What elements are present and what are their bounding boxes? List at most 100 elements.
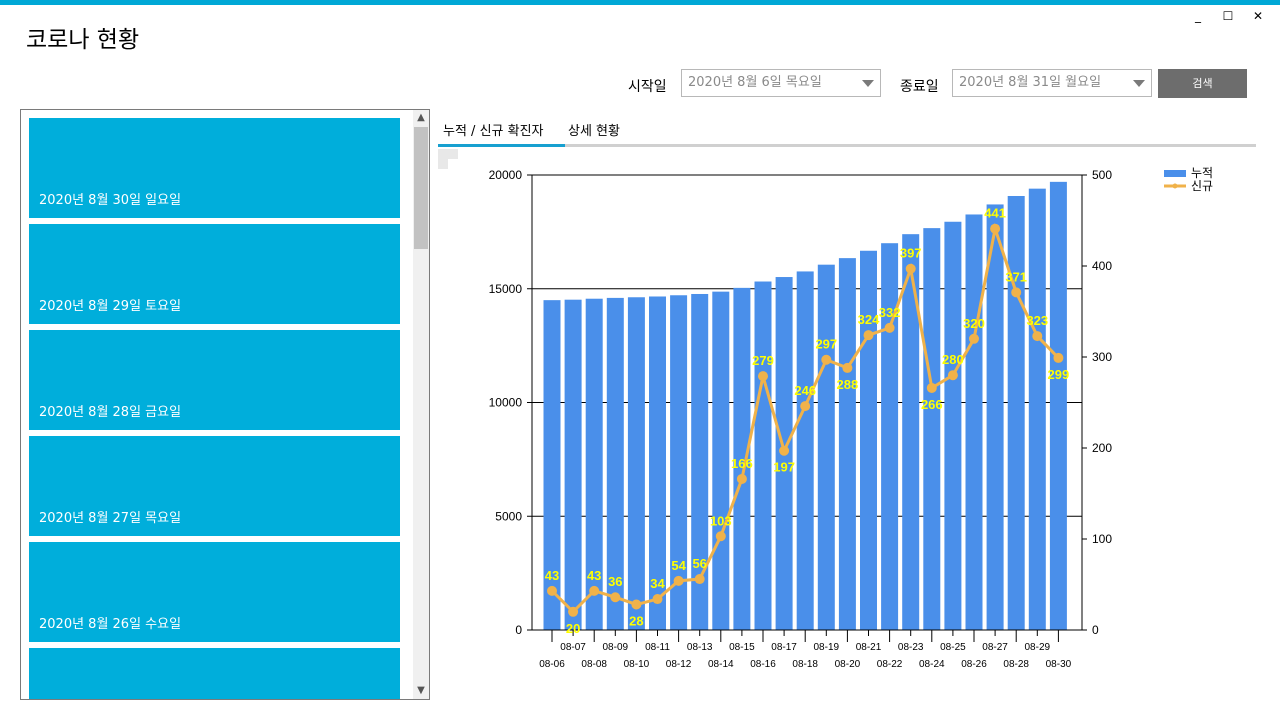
series-point xyxy=(758,371,768,382)
x-tick-label: 08-19 xyxy=(814,642,840,653)
data-label: 43 xyxy=(545,568,559,583)
chevron-down-icon xyxy=(1133,80,1145,87)
x-tick-label: 08-11 xyxy=(645,642,670,653)
series-point xyxy=(673,575,684,586)
date-card-label: 2020년 8월 27일 목요일 xyxy=(39,511,182,526)
bar xyxy=(564,299,582,630)
scroll-up-icon[interactable]: ▲ xyxy=(413,110,429,126)
plot-frame xyxy=(531,174,1083,631)
data-label: 20 xyxy=(566,621,580,636)
series-point xyxy=(715,531,726,542)
x-tick-label: 08-15 xyxy=(729,642,755,653)
maximize-button[interactable]: ☐ xyxy=(1220,8,1236,24)
data-label: 371 xyxy=(1005,269,1027,284)
x-tick-label: 08-06 xyxy=(539,659,565,670)
legend-label: 누적 xyxy=(1191,166,1213,180)
data-label: 246 xyxy=(794,383,816,398)
series-line xyxy=(550,222,1060,614)
tab-cumulative-new[interactable]: 누적 / 신규 확진자 xyxy=(443,120,544,139)
end-date-label: 종료일 xyxy=(900,79,939,95)
data-label: 28 xyxy=(629,614,643,629)
bar xyxy=(691,293,709,630)
data-label: 441 xyxy=(984,206,1006,221)
legend-label: 신규 xyxy=(1191,179,1213,193)
bar xyxy=(733,287,751,630)
series-point xyxy=(926,382,937,393)
x-tick-label: 08-30 xyxy=(1046,659,1072,670)
data-label: 280 xyxy=(942,352,964,367)
x-tick-label: 08-08 xyxy=(581,659,607,670)
bar xyxy=(543,300,561,630)
data-label: 320 xyxy=(963,316,985,331)
data-label: 43 xyxy=(587,568,601,583)
window-accent-bar xyxy=(0,0,1280,5)
y-right-tick-label: 300 xyxy=(1092,350,1112,364)
x-tick-label: 08-27 xyxy=(982,642,1008,653)
date-list-panel: 2020년 8월 30일 일요일 2020년 8월 29일 토요일 2020년 … xyxy=(20,109,430,700)
y-right-tick-label: 500 xyxy=(1092,168,1112,182)
minimize-button[interactable]: _ xyxy=(1190,8,1206,24)
legend-swatch-bar xyxy=(1164,170,1186,177)
y-left-tick-label: 10000 xyxy=(489,396,523,410)
resize-grip-icon xyxy=(438,149,458,169)
y-right-tick-label: 400 xyxy=(1092,259,1112,273)
x-tick-label: 08-25 xyxy=(940,642,966,653)
bar xyxy=(1028,188,1046,630)
bar xyxy=(670,295,688,630)
x-tick-label: 08-12 xyxy=(666,659,692,670)
bar xyxy=(754,281,772,630)
x-tick-label: 08-07 xyxy=(560,642,586,653)
date-card[interactable]: 2020년 8월 28일 금요일 xyxy=(29,330,400,430)
chart-tabs: 누적 / 신규 확진자 상세 현황 xyxy=(438,118,1256,148)
x-tick-label: 08-17 xyxy=(771,642,797,653)
series-point xyxy=(863,330,874,341)
data-label: 279 xyxy=(752,353,774,368)
series-point xyxy=(821,354,832,365)
data-label: 36 xyxy=(608,574,622,589)
bar xyxy=(796,271,814,630)
list-scrollbar[interactable]: ▲ ▼ xyxy=(413,110,429,699)
x-tick-label: 08-23 xyxy=(898,642,924,653)
series-point xyxy=(736,473,747,484)
date-card[interactable]: 2020년 8월 27일 목요일 xyxy=(29,436,400,536)
tab-detail[interactable]: 상세 현황 xyxy=(568,120,620,139)
y-left-tick-label: 5000 xyxy=(495,509,522,523)
start-date-picker[interactable]: 2020년 8월 6일 목요일 xyxy=(681,69,881,97)
date-card[interactable]: 2020년 8월 30일 일요일 xyxy=(29,118,400,218)
series-point xyxy=(1053,352,1064,363)
series-point xyxy=(969,333,979,344)
bar xyxy=(860,250,877,630)
x-tick-label: 08-20 xyxy=(835,659,861,670)
app-title: 코로나 현황 xyxy=(26,27,140,53)
x-tick-label: 08-22 xyxy=(877,659,903,670)
close-button[interactable]: ✕ xyxy=(1250,8,1266,24)
bar xyxy=(1049,181,1067,630)
window-controls: _ ☐ ✕ xyxy=(1190,8,1266,24)
end-date-picker[interactable]: 2020년 8월 31일 월요일 xyxy=(952,69,1152,97)
data-label: 34 xyxy=(650,576,665,591)
series-point xyxy=(568,606,579,617)
scroll-down-icon[interactable]: ▼ xyxy=(413,683,429,699)
x-tick-label: 08-18 xyxy=(792,659,818,670)
date-card[interactable]: 2020년 8월 26일 수요일 xyxy=(29,542,400,642)
bar xyxy=(585,298,603,630)
search-button[interactable]: 검색 xyxy=(1158,69,1247,98)
end-date-value: 2020년 8월 31일 월요일 xyxy=(959,75,1102,90)
chevron-down-icon xyxy=(862,80,874,87)
data-label: 197 xyxy=(773,460,795,475)
scroll-thumb[interactable] xyxy=(414,127,428,249)
bar xyxy=(986,204,1004,630)
bar xyxy=(606,297,624,630)
date-card[interactable]: 2020년 8월 29일 토요일 xyxy=(29,224,400,324)
date-card[interactable] xyxy=(29,648,400,699)
series-point xyxy=(1011,287,1022,298)
series-point xyxy=(905,263,916,274)
data-label: 323 xyxy=(1026,313,1048,328)
data-label: 324 xyxy=(858,312,880,327)
bar xyxy=(965,214,983,630)
start-date-label: 시작일 xyxy=(628,79,667,95)
series-point xyxy=(1032,331,1043,342)
data-label: 103 xyxy=(710,513,732,528)
series-point xyxy=(779,445,790,456)
date-card-label: 2020년 8월 28일 금요일 xyxy=(39,405,182,420)
